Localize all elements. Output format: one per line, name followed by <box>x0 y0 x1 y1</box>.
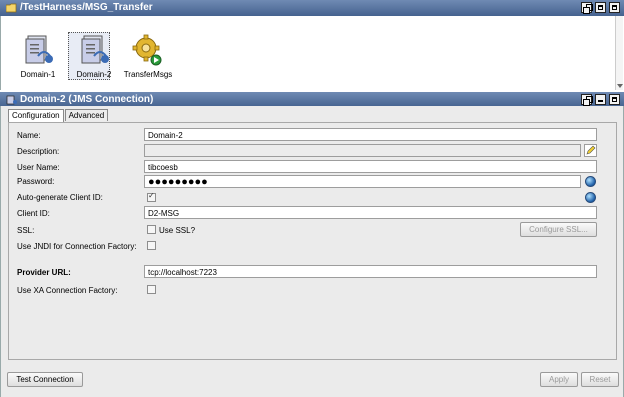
configure-ssl-button[interactable]: Configure SSL... <box>520 222 597 237</box>
folder-icon <box>6 3 17 13</box>
minimize-button[interactable] <box>595 94 606 105</box>
use-ssl-checkbox[interactable] <box>147 225 156 234</box>
config-panel-header: Domain-2 (JMS Connection) <box>0 92 624 107</box>
config-tabs: Configuration Advanced <box>8 109 109 122</box>
explorer-scrollbar[interactable] <box>615 16 623 90</box>
scroll-down-arrow-icon[interactable] <box>617 84 623 88</box>
clientid-label: Client ID: <box>17 209 50 218</box>
process-gear-icon <box>132 34 164 68</box>
password-label: Password: <box>17 177 55 186</box>
resource-domain-1[interactable]: Domain-1 <box>15 34 61 79</box>
resource-label: TransferMsgs <box>123 70 173 79</box>
resource-label: Domain-1 <box>20 70 56 79</box>
test-connection-button[interactable]: Test Connection <box>7 372 83 387</box>
xa-connection-checkbox[interactable] <box>147 285 156 294</box>
configuration-form <box>8 122 617 360</box>
project-panel-header: /TestHarness/MSG_Transfer <box>0 0 624 16</box>
password-field[interactable]: ●●●●●●●●● <box>144 175 581 188</box>
jms-connection-small-icon <box>6 95 17 105</box>
provider-url-label: Provider URL: <box>17 268 71 277</box>
config-panel-title: Domain-2 (JMS Connection) <box>20 94 154 105</box>
autogen-clientid-label: Auto-generate Client ID: <box>17 193 103 202</box>
pencil-icon <box>586 145 596 155</box>
jms-connection-icon <box>78 34 110 68</box>
restore-button[interactable] <box>581 2 593 14</box>
xa-connection-label: Use XA Connection Factory: <box>17 286 118 295</box>
ssl-label: SSL: <box>17 226 35 235</box>
jndi-label: Use JNDI for Connection Factory: <box>17 242 137 251</box>
jndi-checkbox[interactable] <box>147 241 156 250</box>
provider-url-field[interactable]: tcp://localhost:7223 <box>144 265 597 278</box>
maximize-alt-button[interactable] <box>609 2 620 13</box>
clientid-field[interactable]: D2-MSG <box>144 206 597 219</box>
reset-button[interactable]: Reset <box>581 372 619 387</box>
autogen-clientid-checkbox[interactable] <box>147 191 156 202</box>
description-field[interactable] <box>144 144 581 157</box>
global-variable-icon[interactable] <box>585 176 596 187</box>
edit-description-button[interactable] <box>584 144 597 157</box>
global-variable-icon[interactable] <box>585 192 596 203</box>
name-field[interactable]: Domain-2 <box>144 128 597 141</box>
maximize-button[interactable] <box>595 2 606 13</box>
resource-domain-2[interactable]: Domain-2 <box>68 32 117 80</box>
project-path-title: /TestHarness/MSG_Transfer <box>20 2 153 13</box>
restore-button[interactable] <box>581 94 593 106</box>
tab-configuration[interactable]: Configuration <box>8 109 64 122</box>
apply-button[interactable]: Apply <box>540 372 578 387</box>
description-label: Description: <box>17 147 60 156</box>
jms-connection-icon <box>22 34 54 68</box>
tab-advanced[interactable]: Advanced <box>64 109 109 121</box>
resource-explorer: Domain-1 Domain-2 TransferMsgs <box>0 16 622 90</box>
use-ssl-label: Use SSL? <box>159 226 196 235</box>
name-label: Name: <box>17 131 41 140</box>
maximize-button[interactable] <box>609 94 620 105</box>
username-label: User Name: <box>17 163 60 172</box>
resource-transfermsgs[interactable]: TransferMsgs <box>121 34 175 79</box>
username-field[interactable]: tibcoesb <box>144 160 597 173</box>
resource-label: Domain-2 <box>76 70 112 79</box>
